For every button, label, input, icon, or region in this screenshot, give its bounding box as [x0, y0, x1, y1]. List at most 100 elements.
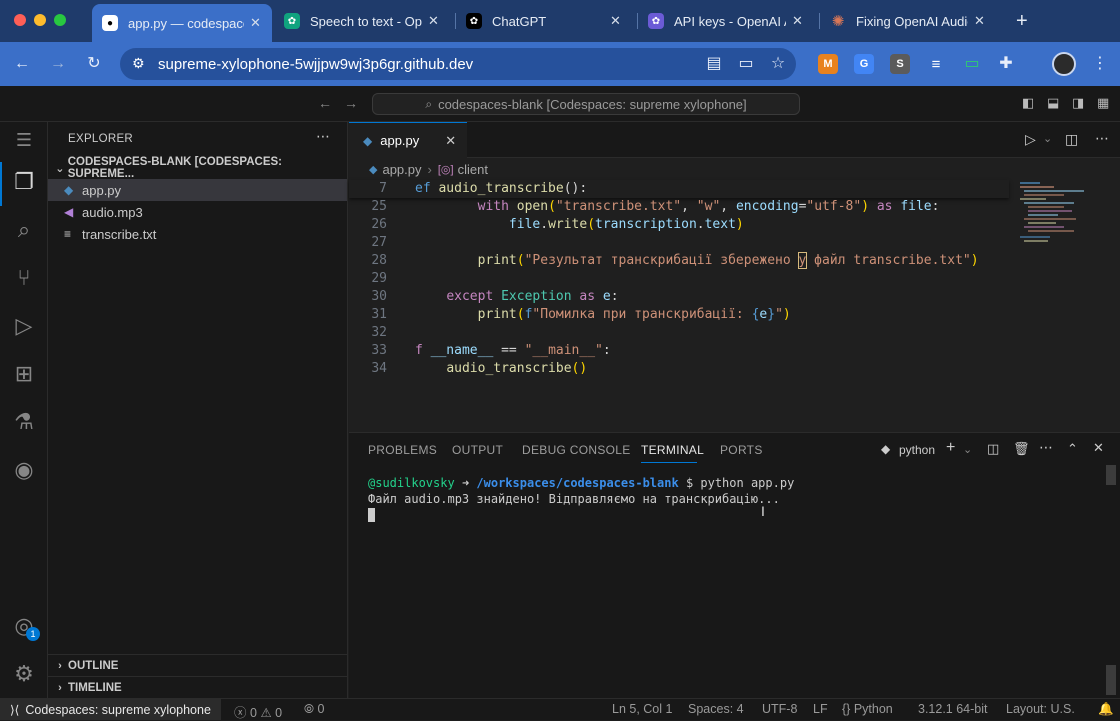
python-interpreter[interactable]: 3.12.1 64-bit: [918, 702, 988, 716]
source-control-icon[interactable]: ⑂: [8, 262, 40, 294]
chevron-down-icon[interactable]: ⌄: [963, 443, 972, 456]
close-window-button[interactable]: [14, 14, 26, 26]
ports-status[interactable]: ⦾ 0: [304, 702, 324, 717]
new-tab-button[interactable]: +: [1006, 6, 1038, 36]
browser-tab-2[interactable]: ✿ ChatGPT ✕: [456, 6, 636, 36]
testing-flask-icon[interactable]: ⚗: [8, 406, 40, 438]
browser-tab-title: ChatGPT: [492, 13, 547, 29]
code-editor[interactable]: 7 ef audio_transcribe(): 25 with open("tr…: [349, 180, 1120, 432]
file-item-transcribe-txt[interactable]: ≡ transcribe.txt: [48, 223, 347, 245]
extensions-puzzle-icon[interactable]: ✚: [996, 54, 1016, 74]
scrollbar[interactable]: [1106, 465, 1116, 485]
toggle-panel-icon[interactable]: ⬓: [1047, 95, 1059, 111]
minimap[interactable]: [1018, 180, 1106, 250]
scrollbar-thumb[interactable]: [1106, 665, 1116, 695]
chevron-down-icon[interactable]: ⌄: [1043, 132, 1052, 145]
more-actions-icon[interactable]: ⋯: [1039, 439, 1053, 456]
outline-section[interactable]: › OUTLINE: [48, 654, 347, 676]
run-python-file-icon[interactable]: ▷: [1025, 131, 1036, 148]
code-line: 31 print(f"Помилка при транскрибації: {e…: [371, 307, 791, 322]
file-item-audio-mp3[interactable]: ◀ audio.mp3: [48, 201, 347, 223]
close-tab-icon[interactable]: ✕: [445, 133, 456, 149]
github-icon[interactable]: ◉: [8, 454, 40, 486]
nav-back-icon[interactable]: ←: [318, 95, 332, 111]
more-actions-icon[interactable]: ⋯: [1095, 130, 1109, 147]
close-tab-icon[interactable]: ✕: [792, 13, 803, 29]
remote-indicator[interactable]: ⟩⟨ Codespaces: supreme xylophone: [0, 699, 221, 720]
forward-arrow-icon[interactable]: →: [48, 54, 68, 74]
command-center[interactable]: ⌕ codespaces-blank [Codespaces: supreme …: [372, 93, 800, 115]
timeline-section[interactable]: › TIMELINE: [48, 676, 347, 698]
notifications-bell-icon[interactable]: 🔔: [1098, 702, 1114, 717]
maximize-panel-icon[interactable]: ⌃: [1067, 441, 1078, 457]
profile-avatar[interactable]: [1052, 52, 1076, 76]
manage-gear-icon[interactable]: ⚙: [8, 658, 40, 690]
tab-ports[interactable]: PORTS: [720, 443, 763, 457]
end-of-line[interactable]: LF: [813, 702, 828, 716]
keyboard-layout[interactable]: Layout: U.S.: [1006, 702, 1075, 716]
close-tab-icon[interactable]: ✕: [610, 13, 621, 29]
openai-icon: ✿: [466, 13, 482, 29]
tab-debug-console[interactable]: DEBUG CONSOLE: [522, 443, 631, 457]
explorer-title: EXPLORER: [68, 133, 134, 145]
menu-icon[interactable]: ☰: [8, 124, 40, 156]
browser-tab-4[interactable]: ✺ Fixing OpenAI Audio ✕: [820, 6, 1000, 36]
browser-tab-3[interactable]: ✿ API keys - OpenAI API ✕: [638, 6, 818, 36]
explorer-files-icon[interactable]: ❐: [8, 166, 40, 198]
trash-icon[interactable]: 🗑: [1013, 441, 1030, 457]
language-mode[interactable]: {} Python: [842, 702, 893, 716]
reload-icon[interactable]: ↻: [84, 54, 104, 74]
breadcrumb-symbol[interactable]: client: [458, 162, 488, 177]
bookmark-star-icon[interactable]: ☆: [768, 54, 788, 74]
tab-output[interactable]: OUTPUT: [452, 443, 503, 457]
encoding[interactable]: UTF-8: [762, 702, 797, 716]
extensions-icon[interactable]: ⊞: [8, 358, 40, 390]
toggle-secondary-sidebar-icon[interactable]: ◨: [1072, 95, 1084, 111]
toggle-sidebar-icon[interactable]: ◧: [1022, 95, 1034, 111]
terminal-shell-label[interactable]: python: [899, 443, 935, 457]
site-settings-icon[interactable]: ⚙: [132, 55, 145, 72]
list-extension-icon[interactable]: ≡: [926, 54, 946, 74]
more-actions-icon[interactable]: ⋯: [316, 128, 330, 145]
back-arrow-icon[interactable]: ←: [12, 54, 32, 74]
maximize-window-button[interactable]: [54, 14, 66, 26]
close-tab-icon[interactable]: ✕: [428, 13, 439, 29]
breadcrumb-file[interactable]: app.py: [382, 162, 421, 177]
nav-forward-icon[interactable]: →: [344, 95, 358, 111]
browser-tab-1[interactable]: ✿ Speech to text - OpenAI API ✕: [274, 6, 454, 36]
screen-extension-icon[interactable]: ▭: [962, 54, 982, 74]
minimize-window-button[interactable]: [34, 14, 46, 26]
cast-icon[interactable]: ▭: [736, 54, 756, 74]
cursor-position[interactable]: Ln 5, Col 1: [612, 702, 672, 716]
tab-problems[interactable]: PROBLEMS: [368, 443, 437, 457]
split-editor-icon[interactable]: ◫: [1065, 131, 1078, 148]
openai-icon: ✿: [284, 13, 300, 29]
workspace-folder[interactable]: ⌄ CODESPACES-BLANK [CODESPACES: SUPREME.…: [48, 156, 347, 180]
translate-extension-icon[interactable]: G: [854, 54, 874, 74]
browser-tab-0[interactable]: ● app.py — codespaces-blank ✕: [92, 4, 272, 42]
new-terminal-icon[interactable]: +: [946, 439, 955, 457]
search-icon[interactable]: ⌕: [8, 214, 40, 246]
indentation[interactable]: Spaces: 4: [688, 702, 744, 716]
terminal-output[interactable]: @sudilkovsky ➜ /workspaces/codespaces-bl…: [368, 475, 794, 522]
run-debug-icon[interactable]: ▷: [8, 310, 40, 342]
s-extension-icon[interactable]: S: [890, 54, 910, 74]
file-item-app-py[interactable]: ◆ app.py: [48, 179, 347, 201]
editor-tab-app-py[interactable]: ◆ app.py ✕: [349, 122, 467, 158]
metamask-extension-icon[interactable]: M: [818, 54, 838, 74]
close-tab-icon[interactable]: ✕: [974, 13, 985, 29]
close-tab-icon[interactable]: ✕: [250, 15, 261, 31]
clipboard-icon[interactable]: ▤: [704, 54, 724, 74]
split-terminal-icon[interactable]: ◫: [987, 441, 999, 457]
file-label: transcribe.txt: [82, 226, 157, 242]
terminal-path: /workspaces/codespaces-blank: [476, 476, 679, 490]
browser-menu-icon[interactable]: ⋮: [1090, 54, 1110, 74]
customize-layout-icon[interactable]: ▦: [1097, 95, 1109, 111]
sticky-scroll-line[interactable]: 7 ef audio_transcribe():: [349, 180, 1009, 198]
problems-status[interactable]: ⓧ 0 ⚠ 0: [234, 702, 282, 721]
bottom-panel: PROBLEMS OUTPUT DEBUG CONSOLE TERMINAL P…: [349, 432, 1120, 698]
address-bar[interactable]: ⚙ supreme-xylophone-5wjjpw9wj3p6gr.githu…: [120, 48, 796, 80]
new-tab-label: +: [1016, 9, 1028, 32]
tab-terminal[interactable]: TERMINAL: [641, 443, 704, 457]
close-panel-icon[interactable]: ✕: [1093, 440, 1104, 456]
